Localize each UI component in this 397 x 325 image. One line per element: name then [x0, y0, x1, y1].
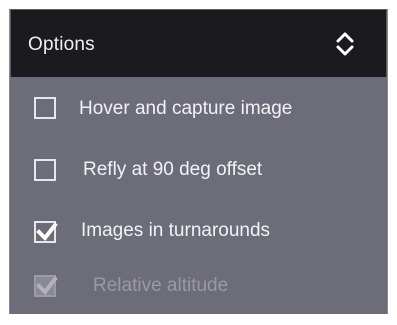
- hover-capture-checkbox[interactable]: [34, 97, 56, 119]
- checkmark-icon: [36, 276, 58, 296]
- options-panel: Options Hover and capture image Refly at…: [9, 9, 388, 314]
- option-relative-altitude: Relative altitude: [10, 263, 387, 325]
- relative-altitude-checkbox: [34, 275, 58, 297]
- options-header[interactable]: Options: [10, 9, 387, 77]
- turnarounds-checkbox[interactable]: [34, 221, 58, 243]
- option-label: Relative altitude: [93, 275, 229, 296]
- option-label: Images in turnarounds: [81, 220, 271, 241]
- option-hover-and-capture-image[interactable]: Hover and capture image: [10, 77, 387, 139]
- refly-checkbox[interactable]: [34, 159, 56, 181]
- option-label: Hover and capture image: [79, 98, 293, 119]
- option-refly-90-deg-offset[interactable]: Refly at 90 deg offset: [10, 139, 387, 201]
- option-label: Refly at 90 deg offset: [83, 159, 263, 180]
- chevron-up-down-icon[interactable]: [335, 30, 355, 58]
- checkmark-icon: [36, 222, 58, 242]
- options-title: Options: [28, 34, 95, 55]
- option-images-in-turnarounds[interactable]: Images in turnarounds: [10, 201, 387, 263]
